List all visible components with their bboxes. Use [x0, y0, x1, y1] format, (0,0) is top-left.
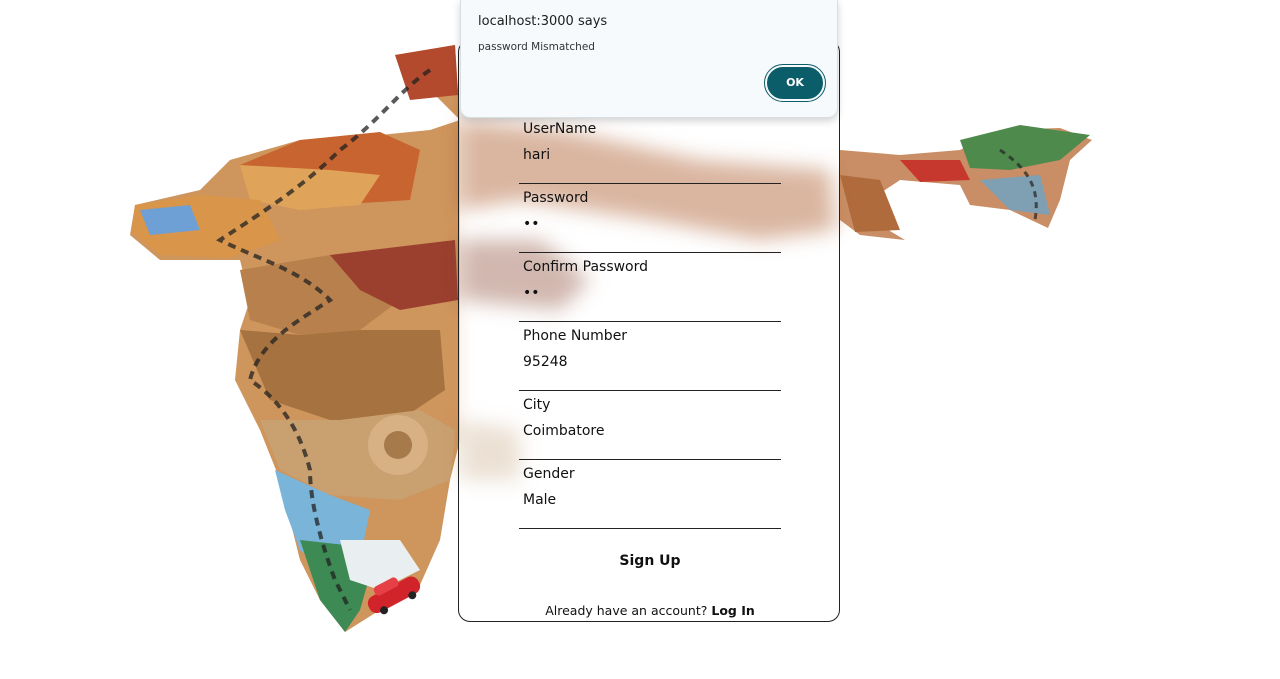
password-label: Password: [523, 190, 589, 206]
page: UserName hari Password •• Confirm Passwo…: [0, 0, 1280, 679]
alert-dialog: localhost:3000 says password Mismatched …: [460, 0, 838, 118]
phone-number-label: Phone Number: [523, 328, 628, 344]
gender-input[interactable]: Male: [523, 492, 556, 508]
dialog-message: password Mismatched: [478, 41, 595, 53]
password-input[interactable]: ••: [523, 216, 540, 232]
dialog-title: localhost:3000 says: [478, 14, 608, 29]
username-input[interactable]: hari: [523, 147, 550, 163]
city-field[interactable]: City Coimbatore: [519, 397, 781, 460]
city-label: City: [523, 397, 551, 413]
login-prompt: Already have an account? Log In: [459, 603, 839, 618]
username-field[interactable]: UserName hari: [519, 121, 781, 184]
gender-field[interactable]: Gender Male: [519, 466, 781, 529]
password-field[interactable]: Password ••: [519, 190, 781, 253]
phone-number-field[interactable]: Phone Number 95248: [519, 328, 781, 391]
login-prompt-text: Already have an account?: [545, 603, 708, 618]
ok-button[interactable]: OK: [764, 64, 826, 102]
phone-number-input[interactable]: 95248: [523, 354, 568, 370]
city-input[interactable]: Coimbatore: [523, 423, 604, 439]
confirm-password-field[interactable]: Confirm Password ••: [519, 259, 781, 322]
gender-label: Gender: [523, 466, 575, 482]
login-link[interactable]: Log In: [711, 603, 754, 618]
signup-form-card: UserName hari Password •• Confirm Passwo…: [458, 40, 840, 622]
confirm-password-input[interactable]: ••: [523, 285, 540, 301]
username-label: UserName: [523, 121, 597, 137]
confirm-password-label: Confirm Password: [523, 259, 649, 275]
signup-button[interactable]: Sign Up: [459, 553, 839, 569]
